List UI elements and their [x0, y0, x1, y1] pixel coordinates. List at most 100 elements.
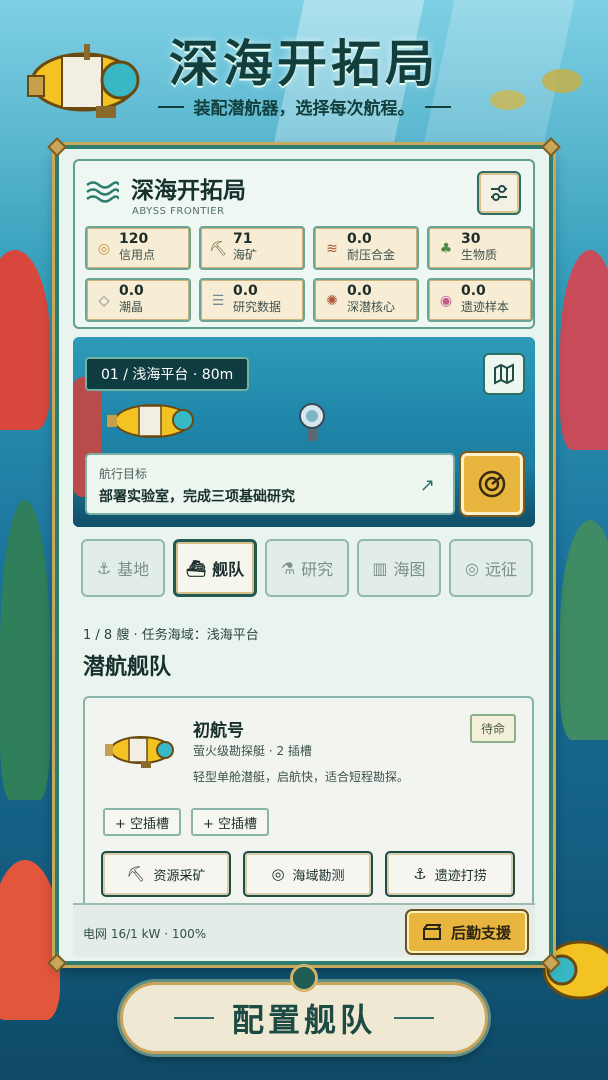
coral-left [0, 250, 50, 430]
pickaxe-icon: ⛏ [126, 865, 146, 883]
tab-label: 研究 [301, 560, 334, 579]
divider [394, 1017, 434, 1019]
resource-gem: ◇ 0.0 潮晶 [85, 278, 191, 322]
resource-coins: ◎ 120 信用点 [85, 226, 191, 270]
panel-title: 深海开拓局 [131, 178, 246, 204]
ship-class: 萤火级勘探艇 · 2 插槽 [193, 744, 312, 758]
resource-value: 120 [119, 231, 149, 247]
radar-icon [478, 470, 506, 498]
sprout-icon: ♣ [439, 241, 453, 257]
mining-label: 资源采矿 [153, 868, 206, 884]
resource-value: 0.0 [119, 283, 144, 299]
coral-right [560, 250, 608, 450]
tab-expedition[interactable]: ◎ 远征 [449, 539, 533, 597]
tab-label: 基地 [117, 560, 150, 579]
resource-layers: ≋ 0.0 耐压合金 [313, 226, 419, 270]
tab-anchor[interactable]: ⚓ 基地 [81, 539, 165, 597]
survey-button[interactable]: ◎ 海域勘测 [243, 851, 373, 897]
resource-label: 潮晶 [119, 300, 144, 314]
mining-button[interactable]: ⛏ 资源采矿 [101, 851, 231, 897]
salvage-button[interactable]: ⚓ 遗迹打捞 [385, 851, 515, 897]
objective-text: 部署实验室，完成三项基础研究 [99, 489, 295, 505]
tab-flask[interactable]: ⚗ 研究 [265, 539, 349, 597]
divider [173, 1017, 214, 1019]
ship-name: 初航号 [193, 721, 244, 741]
gem-icon: ◇ [98, 293, 110, 309]
expedition-icon: ◎ [465, 558, 479, 578]
player-submarine [107, 404, 194, 438]
support-label: 后勤支援 [450, 923, 511, 942]
diver-drone [299, 403, 325, 441]
resource-atom: ✺ 0.0 深潜核心 [313, 278, 419, 322]
radar-button[interactable] [459, 451, 525, 517]
tab-map[interactable]: ▥ 海图 [357, 539, 441, 597]
anchor-icon: ⚓ [413, 865, 427, 883]
map-icon: ▥ [372, 558, 388, 578]
map-button[interactable] [483, 353, 525, 395]
ocean-scene: 01 / 浅海平台 · 80m 航行目标 部署实验室，完成三项基础研究 ↗ [73, 337, 535, 527]
database-icon: ☰ [211, 293, 225, 309]
map-icon [494, 363, 514, 385]
resource-database: ☰ 0.0 研究数据 [199, 278, 305, 322]
salvage-label: 遗迹打捞 [434, 868, 487, 884]
resource-sprout: ♣ 30 生物质 [427, 226, 533, 270]
resource-value: 0.0 [233, 283, 258, 299]
ship-card[interactable]: 初航号 萤火级勘探艇 · 2 插槽 轻型单舱潜艇，启航快，适合短程勘探。 待命 … [83, 696, 534, 906]
coral-right [560, 520, 608, 740]
page-title: 深海开拓局 [169, 35, 439, 93]
tab-label: 远征 [484, 560, 517, 579]
layers-icon: ≋ [326, 241, 338, 257]
resource-label: 深潜核心 [347, 300, 396, 314]
empty-slot-button[interactable]: + 空插槽 [103, 808, 182, 836]
coral-left [0, 860, 60, 1020]
resource-header: 深海开拓局 ABYSS FRONTIER ◎ 120 信用点 ⛏ 71 海矿 ≋ 0.0 耐压合… [73, 159, 535, 329]
empty-slot-button[interactable]: + 空插槽 [191, 808, 270, 836]
objective-card[interactable]: 航行目标 部署实验室，完成三项基础研究 ↗ [85, 453, 455, 515]
flask-icon: ⚗ [280, 558, 296, 578]
resource-label: 耐压合金 [347, 248, 396, 262]
status-badge: 待命 [469, 714, 516, 743]
configure-fleet-button[interactable]: 配置舰队 [120, 982, 488, 1054]
page-subtitle: 装配潜航器，选择每次航程。 [0, 94, 608, 119]
radar-icon: ◎ [271, 865, 285, 883]
resource-label: 生物质 [461, 248, 498, 262]
resource-disc: ◉ 0.0 遗迹样本 [427, 278, 533, 322]
ship-thumbnail [105, 736, 174, 768]
fleet-meta: 1 / 8 艘 · 任务海域：浅海平台 [83, 628, 259, 643]
disc-icon: ◉ [439, 293, 453, 309]
waves-icon [86, 181, 119, 203]
logistics-support-button[interactable]: 后勤支援 [405, 909, 529, 955]
fleet-title: 潜航舰队 [83, 655, 172, 680]
sliders-icon [491, 185, 507, 201]
objective-label: 航行目标 [99, 467, 148, 481]
resource-label: 遗迹样本 [461, 300, 510, 314]
divider [157, 105, 184, 108]
depth-indicator: 01 / 浅海平台 · 80m [85, 357, 250, 391]
panel-subtitle: ABYSS FRONTIER [132, 206, 225, 217]
frame-corner [47, 137, 67, 157]
cta-label: 配置舰队 [231, 1001, 376, 1039]
clapper-icon [422, 924, 441, 940]
coins-icon: ◎ [97, 241, 111, 257]
resource-value: 30 [461, 231, 481, 247]
ship-description: 轻型单舱潜艇，启航快，适合短程勘探。 [193, 770, 410, 784]
compass-icon [290, 964, 318, 992]
status-footer: 电网 16/1 kW · 100% 后勤支援 [73, 903, 535, 957]
resource-value: 0.0 [347, 231, 372, 247]
tab-submarine[interactable]: ⛴ 舰队 [173, 539, 257, 597]
tab-label: 舰队 [212, 560, 245, 579]
resource-label: 海矿 [233, 248, 258, 262]
resource-value: 0.0 [461, 283, 486, 299]
subtitle-text: 装配潜航器，选择每次航程。 [193, 99, 415, 119]
settings-button[interactable] [477, 171, 521, 215]
resource-label: 研究数据 [233, 300, 282, 314]
resource-pickaxe: ⛏ 71 海矿 [199, 226, 305, 270]
anchor-icon: ⚓ [96, 558, 112, 578]
pickaxe-icon: ⛏ [209, 241, 227, 257]
atom-icon: ✺ [326, 293, 338, 309]
resource-value: 0.0 [347, 283, 372, 299]
resource-value: 71 [233, 231, 253, 247]
submarine-icon: ⛴ [185, 558, 207, 578]
main-panel: 深海开拓局 ABYSS FRONTIER ◎ 120 信用点 ⛏ 71 海矿 ≋ 0.0 耐压合… [47, 137, 561, 973]
arrow-up-right-icon: ↗ [419, 475, 435, 496]
